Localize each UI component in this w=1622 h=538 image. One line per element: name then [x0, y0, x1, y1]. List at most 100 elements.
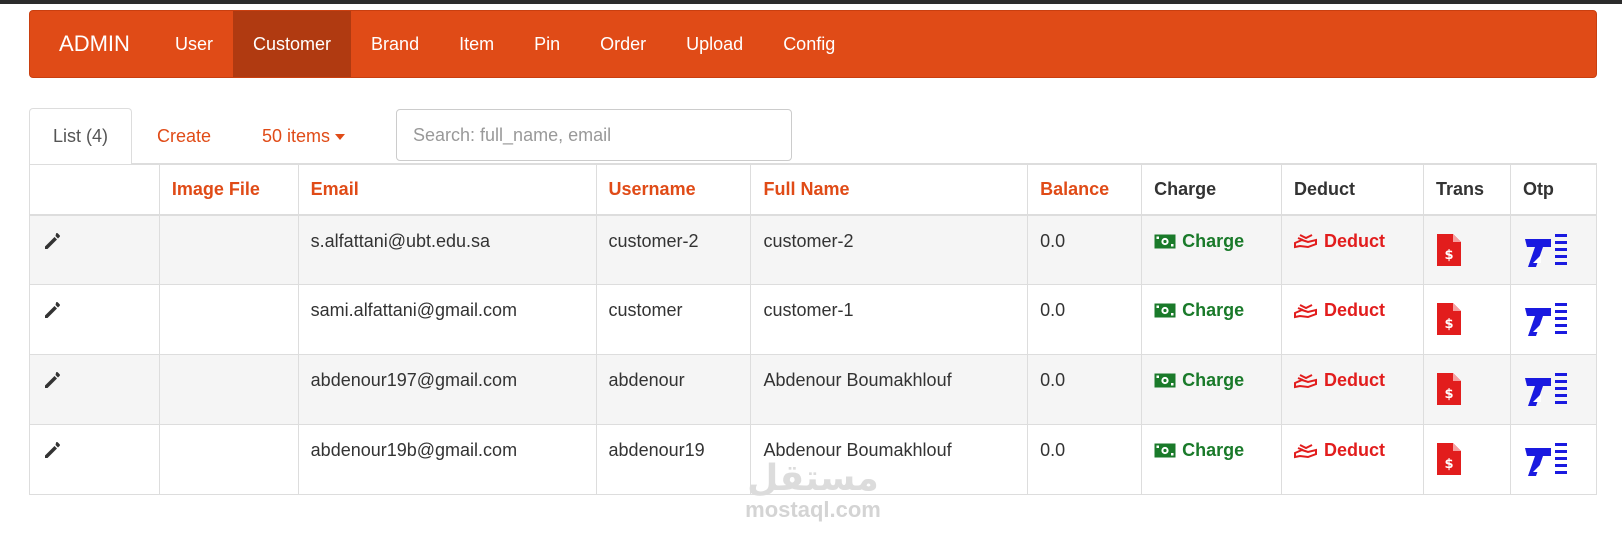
column-header-full-name[interactable]: Full Name: [750, 164, 1029, 216]
page-size-dropdown[interactable]: 50 items: [262, 108, 346, 165]
watermark-latin-text: mostaql.com: [745, 497, 881, 522]
column-header-email[interactable]: Email: [297, 164, 597, 216]
deduct-button[interactable]: Deduct: [1294, 231, 1385, 252]
charge-button[interactable]: Charge: [1154, 231, 1244, 252]
image-file-cell: [158, 214, 299, 285]
image-file-cell: [158, 354, 299, 425]
text-list-icon[interactable]: [1523, 442, 1569, 483]
deduct-cell: Deduct: [1281, 284, 1424, 355]
file-invoice-dollar-icon[interactable]: $: [1436, 233, 1462, 272]
search-input[interactable]: [396, 109, 792, 161]
table-row: s.alfattani@ubt.edu.sa customer-2 custom…: [29, 214, 1598, 285]
top-navbar: ADMIN User Customer Brand Item Pin Order…: [29, 10, 1597, 78]
email-cell: abdenour19b@gmail.com: [297, 424, 597, 495]
charge-label: Charge: [1182, 300, 1245, 320]
file-invoice-dollar-icon[interactable]: $: [1436, 302, 1462, 341]
money-bill-icon: [1154, 443, 1176, 458]
edit-cell: [29, 354, 160, 425]
nav-item-brand[interactable]: Brand: [351, 11, 439, 77]
full-name-cell: customer-2: [750, 214, 1029, 285]
email-cell: s.alfattani@ubt.edu.sa: [297, 214, 597, 285]
trans-cell: $: [1422, 214, 1511, 285]
watermark-arabic-text: مستقل: [747, 458, 879, 499]
column-header-deduct: Deduct: [1281, 164, 1424, 216]
otp-cell: [1509, 214, 1598, 285]
trans-cell: $: [1422, 354, 1511, 425]
deduct-hand-icon: [1294, 373, 1318, 388]
page-size-label: 50 items: [262, 126, 331, 146]
pencil-icon[interactable]: [42, 370, 62, 395]
charge-cell: Charge: [1141, 214, 1283, 285]
svg-text:$: $: [1444, 248, 1453, 263]
email-cell: sami.alfattani@gmail.com: [297, 284, 597, 355]
charge-cell: Charge: [1141, 354, 1283, 425]
deduct-cell: Deduct: [1281, 424, 1424, 495]
trans-cell: $: [1422, 284, 1511, 355]
column-header-charge: Charge: [1141, 164, 1283, 216]
tab-create[interactable]: Create: [157, 108, 211, 165]
otp-cell: [1509, 354, 1598, 425]
text-list-icon[interactable]: [1523, 372, 1569, 413]
email-cell: abdenour197@gmail.com: [297, 354, 597, 425]
nav-item-order[interactable]: Order: [580, 11, 666, 77]
svg-text:$: $: [1444, 387, 1453, 402]
mostaql-watermark: مستقل mostaql.com: [738, 460, 888, 532]
money-bill-icon: [1154, 303, 1176, 318]
balance-cell: 0.0: [1027, 424, 1143, 495]
table-header-row: Image File Email Username Full Name Bala…: [29, 164, 1598, 216]
tab-list[interactable]: List (4): [29, 108, 132, 165]
charge-cell: Charge: [1141, 284, 1283, 355]
charge-label: Charge: [1182, 440, 1245, 460]
charge-button[interactable]: Charge: [1154, 370, 1244, 391]
edit-cell: [29, 284, 160, 355]
view-tabs: List (4) Create 50 items: [29, 108, 1597, 165]
deduct-button[interactable]: Deduct: [1294, 300, 1385, 321]
file-invoice-dollar-icon[interactable]: $: [1436, 442, 1462, 481]
deduct-button[interactable]: Deduct: [1294, 370, 1385, 391]
trans-cell: $: [1422, 424, 1511, 495]
column-header-username[interactable]: Username: [595, 164, 752, 216]
nav-menu: User Customer Brand Item Pin Order Uploa…: [155, 11, 855, 77]
balance-cell: 0.0: [1027, 354, 1143, 425]
caret-down-icon: [335, 133, 346, 140]
column-header-actions: [29, 164, 160, 216]
pencil-icon[interactable]: [42, 231, 62, 256]
edit-cell: [29, 424, 160, 495]
edit-cell: [29, 214, 160, 285]
username-cell: abdenour19: [595, 424, 752, 495]
nav-item-config[interactable]: Config: [763, 11, 855, 77]
column-header-otp: Otp: [1509, 164, 1598, 216]
pencil-icon[interactable]: [42, 300, 62, 325]
deduct-label: Deduct: [1324, 300, 1386, 320]
deduct-cell: Deduct: [1281, 214, 1424, 285]
svg-text:$: $: [1444, 317, 1453, 332]
pencil-icon[interactable]: [42, 440, 62, 465]
charge-label: Charge: [1182, 370, 1245, 390]
balance-cell: 0.0: [1027, 214, 1143, 285]
deduct-hand-icon: [1294, 234, 1318, 249]
column-header-image-file[interactable]: Image File: [158, 164, 299, 216]
charge-cell: Charge: [1141, 424, 1283, 495]
charge-button[interactable]: Charge: [1154, 300, 1244, 321]
charge-label: Charge: [1182, 230, 1245, 251]
text-list-icon[interactable]: [1523, 233, 1569, 274]
otp-cell: [1509, 424, 1598, 495]
text-list-icon[interactable]: [1523, 302, 1569, 343]
nav-item-item[interactable]: Item: [439, 11, 514, 77]
deduct-button[interactable]: Deduct: [1294, 440, 1385, 461]
full-name-cell: Abdenour Boumakhlouf: [750, 354, 1029, 425]
nav-item-pin[interactable]: Pin: [514, 11, 580, 77]
svg-text:$: $: [1444, 457, 1453, 472]
column-header-balance[interactable]: Balance: [1027, 164, 1143, 216]
username-cell: customer-2: [595, 214, 752, 285]
image-file-cell: [158, 284, 299, 355]
nav-item-upload[interactable]: Upload: [666, 11, 763, 77]
deduct-hand-icon: [1294, 303, 1318, 318]
deduct-label: Deduct: [1324, 370, 1386, 390]
nav-item-user[interactable]: User: [155, 11, 233, 77]
nav-item-customer[interactable]: Customer: [233, 11, 352, 77]
charge-button[interactable]: Charge: [1154, 440, 1244, 461]
brand-admin[interactable]: ADMIN: [30, 11, 155, 77]
money-bill-icon: [1154, 373, 1176, 388]
file-invoice-dollar-icon[interactable]: $: [1436, 372, 1462, 411]
